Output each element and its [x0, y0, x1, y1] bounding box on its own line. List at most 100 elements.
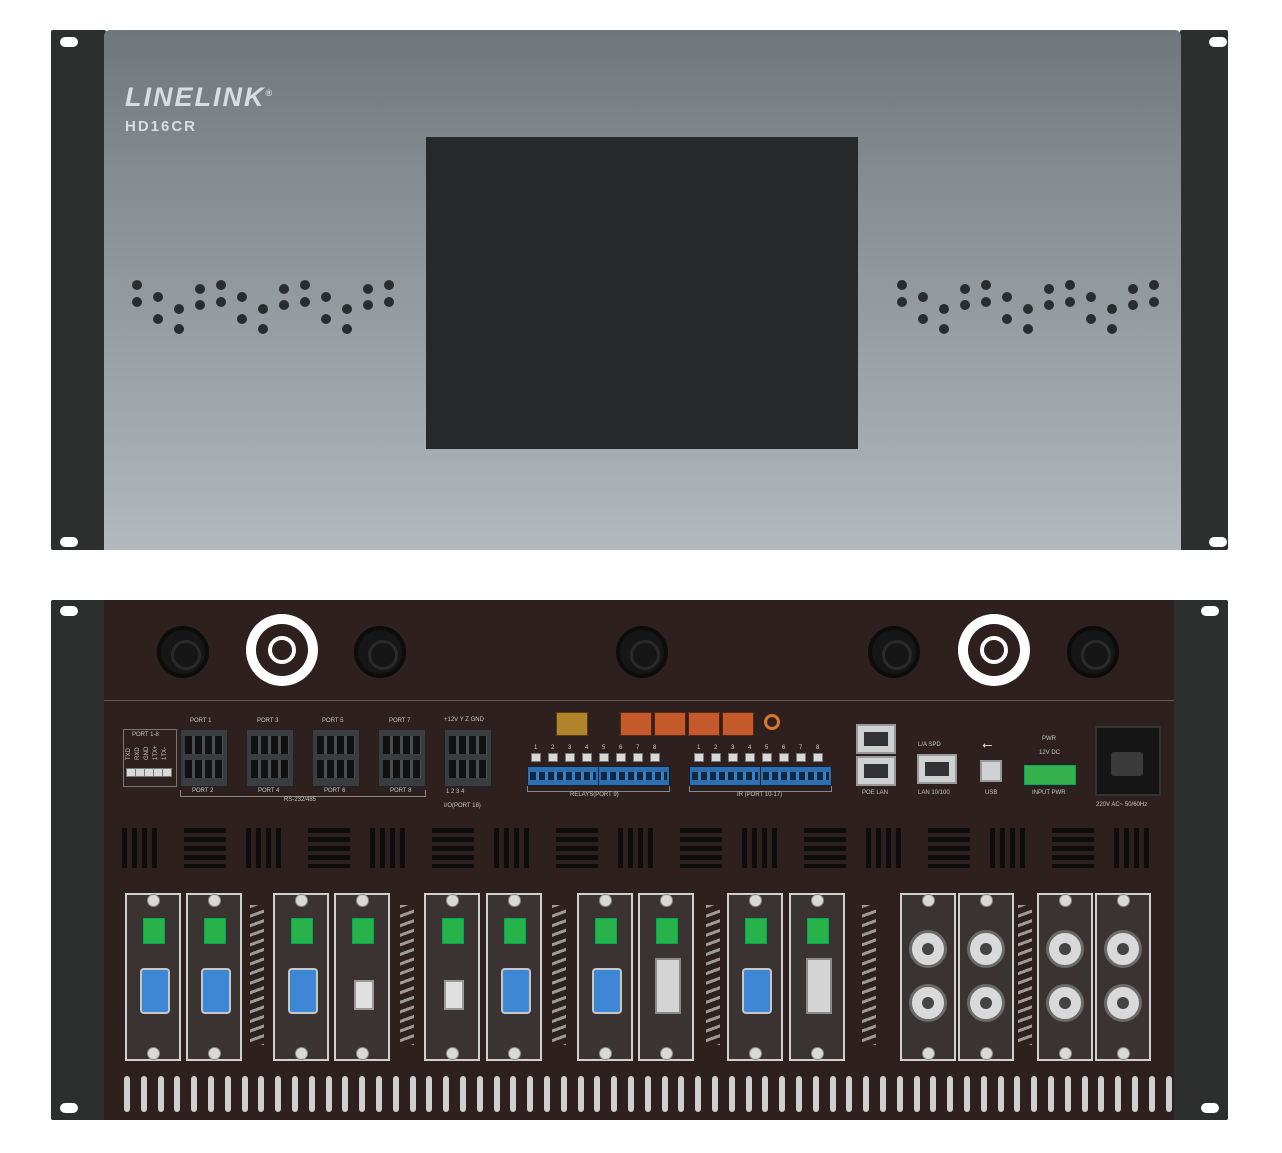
vent-grill [742, 828, 782, 868]
ir-terminal[interactable] [689, 766, 761, 786]
hdmi-connector[interactable] [354, 980, 374, 1010]
pin-led [162, 768, 172, 777]
vent-hole [1086, 292, 1096, 302]
db9-connector[interactable] [592, 968, 622, 1014]
vent-hole [960, 284, 970, 294]
vent-slot [594, 1076, 601, 1112]
ir-led [694, 753, 704, 762]
ethernet-port[interactable] [688, 712, 720, 736]
vent-slot [157, 1076, 164, 1112]
lan-port[interactable] [917, 754, 957, 784]
io-terminal[interactable] [444, 729, 492, 787]
lan-label: LAN 10/100 [918, 790, 950, 796]
terminal-connector[interactable] [442, 918, 464, 944]
bnc-connector[interactable] [1104, 930, 1142, 968]
dvi-connector[interactable] [806, 958, 832, 1014]
mount-hole [1209, 537, 1227, 547]
vent-slot [359, 1076, 366, 1112]
vent-slot [292, 1076, 298, 1112]
vent-grill [866, 828, 906, 868]
ir-terminal[interactable] [760, 766, 832, 786]
ethernet-port[interactable] [620, 712, 652, 736]
terminal-connector[interactable] [291, 918, 313, 944]
screw-icon [922, 1047, 935, 1060]
bnc-connector[interactable] [1046, 984, 1084, 1022]
relay-led [548, 753, 558, 762]
relay-terminal[interactable] [527, 766, 599, 786]
fan-icon [616, 626, 668, 678]
ac-label: 220V AC~ 50/60Hz [1096, 802, 1148, 808]
bnc-connector[interactable] [909, 984, 947, 1022]
bnc-connector[interactable] [909, 930, 947, 968]
terminal-connector[interactable] [807, 918, 829, 944]
relay-terminal[interactable] [598, 766, 670, 786]
screw-icon [980, 1047, 993, 1060]
bnc-connector[interactable] [1104, 984, 1142, 1022]
ethernet-port[interactable] [722, 712, 754, 736]
vent-hole [1149, 280, 1159, 290]
vent-hole [132, 297, 142, 307]
vent-slot [493, 1076, 500, 1112]
terminal-connector[interactable] [143, 918, 165, 944]
bnc-connector[interactable] [967, 930, 1005, 968]
touch-screen[interactable] [426, 137, 858, 449]
vent-slot [476, 1076, 483, 1112]
io-card[interactable] [900, 893, 956, 1061]
vent-slot [409, 1076, 416, 1112]
terminal-connector[interactable] [352, 918, 374, 944]
io-port-label: I/O(PORT 18) [444, 803, 481, 809]
vent-hole [1002, 314, 1012, 324]
bnc-connector[interactable] [967, 984, 1005, 1022]
rs232-terminal-port-7-8[interactable] [378, 729, 426, 787]
mount-hole [60, 537, 78, 547]
poe-lan-port[interactable] [856, 724, 896, 754]
vent-slot [1165, 1076, 1172, 1112]
fan-icon [1067, 626, 1119, 678]
rack-ear-left [51, 30, 106, 550]
terminal-connector[interactable] [504, 918, 526, 944]
terminal-connector[interactable] [656, 918, 678, 944]
vent-hole [1002, 292, 1012, 302]
poe-lan-port[interactable] [856, 756, 896, 786]
io-card[interactable] [1095, 893, 1151, 1061]
ir-led [813, 753, 823, 762]
vent-grill [804, 828, 846, 868]
vent-hole [342, 304, 352, 314]
ir-label: IR (PORT 10-17) [737, 792, 783, 798]
screw-icon [980, 894, 993, 907]
ethernet-port[interactable] [654, 712, 686, 736]
terminal-connector[interactable] [595, 918, 617, 944]
db9-connector[interactable] [140, 968, 170, 1014]
db9-connector[interactable] [742, 968, 772, 1014]
terminal-connector[interactable] [745, 918, 767, 944]
vent-slot [224, 1076, 231, 1112]
bnc-connector[interactable] [1046, 930, 1084, 968]
dvi-connector[interactable] [655, 958, 681, 1014]
rs232-terminal-port-5-6[interactable] [312, 729, 360, 787]
db9-connector[interactable] [288, 968, 318, 1014]
io-card[interactable] [958, 893, 1014, 1061]
ethernet-port[interactable] [556, 712, 588, 736]
rs232-terminal-port-1-2[interactable] [180, 729, 228, 787]
terminal-connector[interactable] [204, 918, 226, 944]
vent-hole [1065, 297, 1075, 307]
vent-hole [174, 304, 184, 314]
hdmi-connector[interactable] [444, 980, 464, 1010]
screw-icon [660, 894, 673, 907]
io-card[interactable] [1037, 893, 1093, 1061]
vent-slot [1064, 1076, 1071, 1112]
vent-slot [510, 1076, 517, 1112]
vent-slot [124, 1076, 130, 1112]
relay-number: 2 [551, 745, 555, 751]
usb-port[interactable] [980, 760, 1002, 782]
dc-power-connector[interactable] [1024, 765, 1076, 785]
port-7-label: PORT 7 [389, 718, 411, 724]
vent-hole [153, 292, 163, 302]
pin-label: TXD [126, 748, 132, 760]
ac-power-inlet[interactable] [1095, 726, 1161, 796]
db9-connector[interactable] [201, 968, 231, 1014]
vent-hole [237, 314, 247, 324]
rs232-terminal-port-3-4[interactable] [246, 729, 294, 787]
vent-hole [195, 300, 205, 310]
db9-connector[interactable] [501, 968, 531, 1014]
